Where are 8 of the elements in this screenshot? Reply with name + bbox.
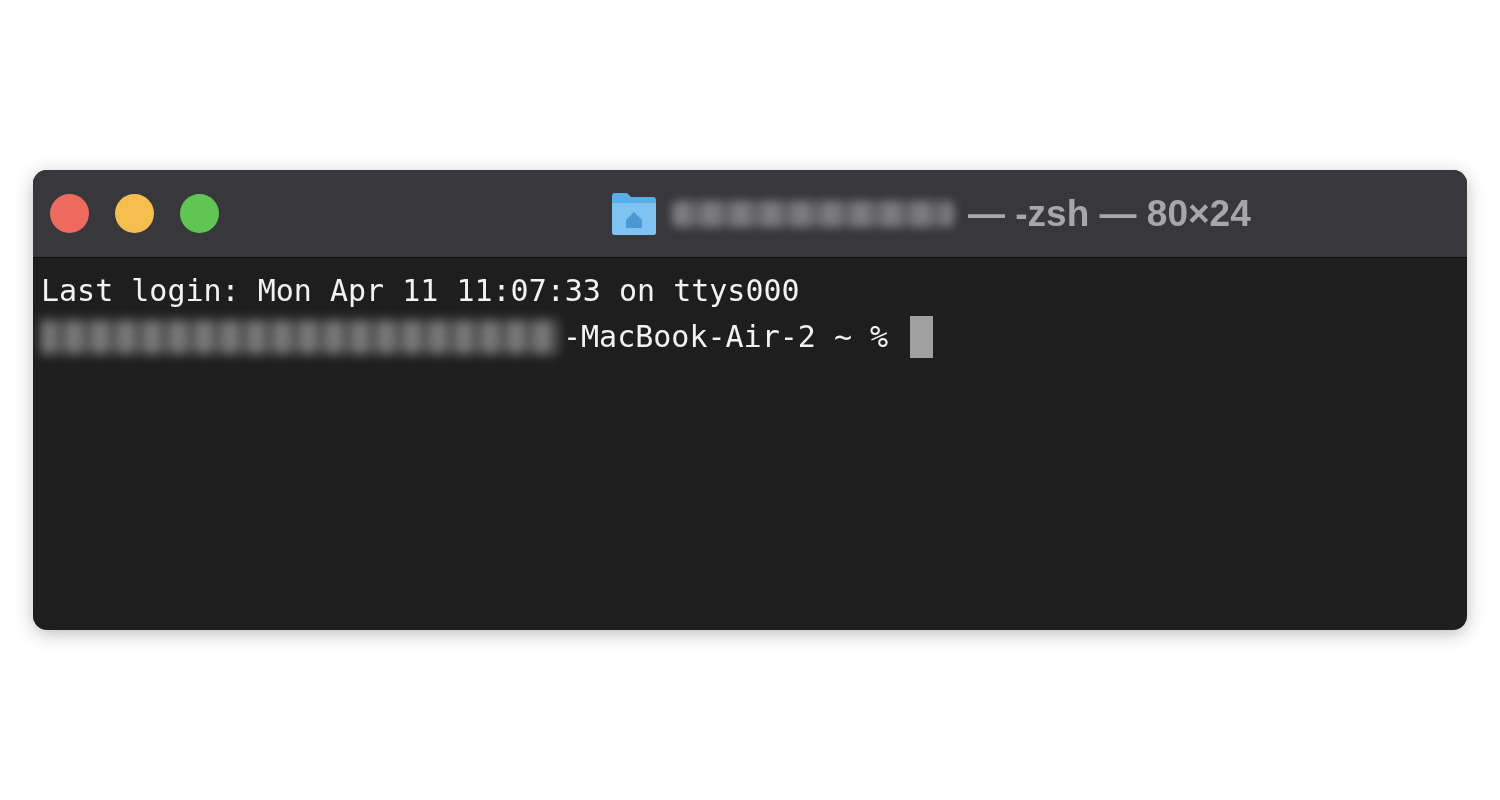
- zoom-button[interactable]: [180, 194, 219, 233]
- shell-prompt: -MacBook-Air-2 ~ %: [563, 318, 889, 356]
- text-cursor: [910, 316, 934, 358]
- home-folder-icon: [610, 191, 658, 236]
- terminal-output: Last login: Mon Apr 11 11:07:33 on ttys000: [41, 272, 800, 310]
- close-button[interactable]: [50, 194, 89, 233]
- window-title: — -zsh — 80×24: [968, 192, 1251, 235]
- minimize-button[interactable]: [115, 194, 154, 233]
